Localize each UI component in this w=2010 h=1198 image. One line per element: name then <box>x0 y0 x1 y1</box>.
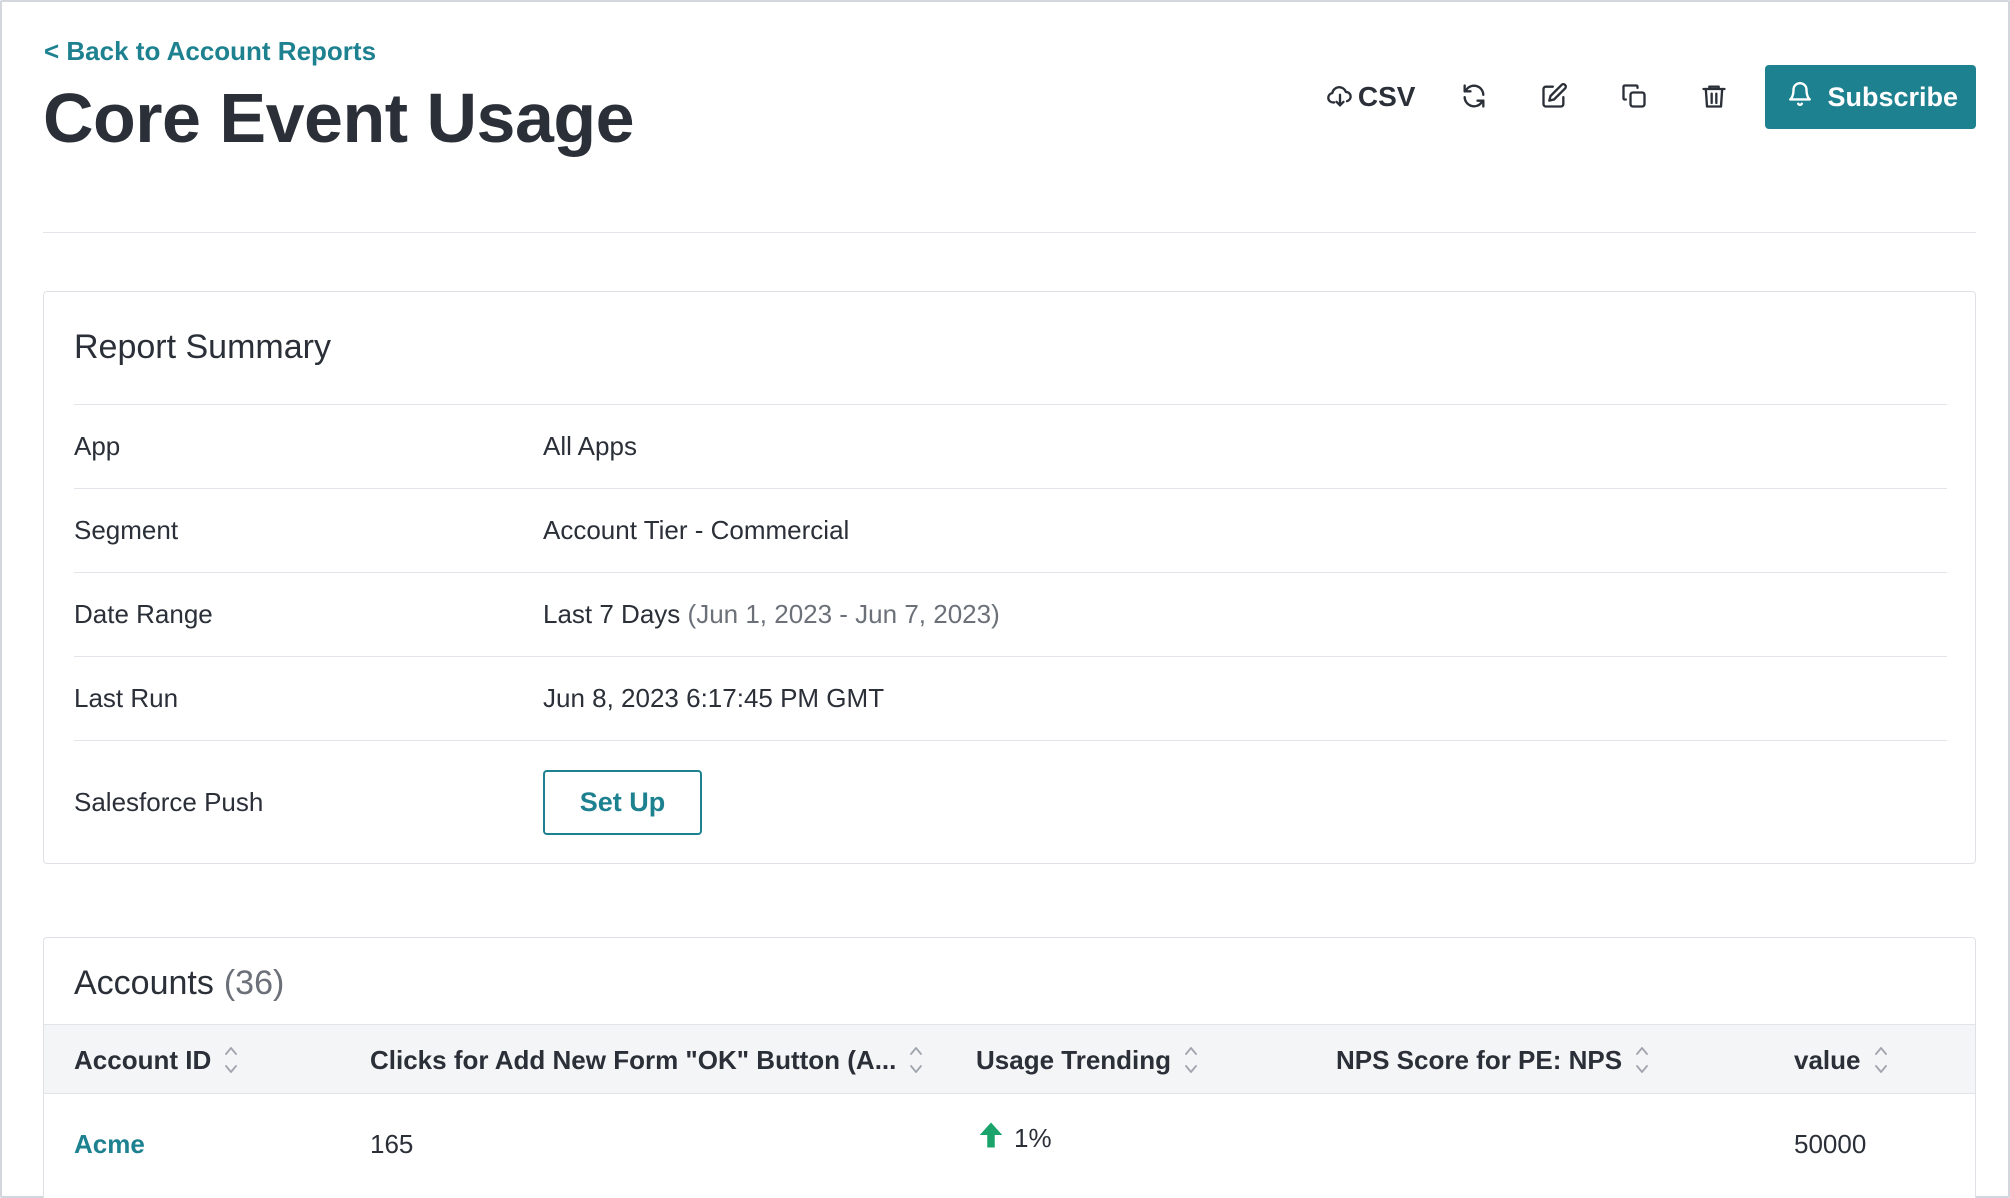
header-divider <box>43 232 1976 233</box>
accounts-count: (36) <box>223 964 285 1002</box>
date-range-value: Last 7 Days <box>543 599 681 629</box>
summary-value: Last 7 Days (Jun 1, 2023 - Jun 7, 2023) <box>543 599 1947 630</box>
bell-icon <box>1787 81 1813 114</box>
delete-button[interactable] <box>1681 64 1747 130</box>
refresh-icon <box>1460 82 1488 113</box>
cloud-download-icon <box>1326 82 1354 113</box>
salesforce-setup-button[interactable]: Set Up <box>543 769 702 835</box>
accounts-card: Accounts (36) Account ID Clicks for Add N… <box>43 937 1976 1198</box>
sort-icon <box>225 1047 238 1073</box>
summary-value: Set Up <box>543 769 1947 835</box>
trash-icon <box>1700 82 1728 113</box>
report-summary-table: App All Apps Segment Account Tier - Comm… <box>74 404 1947 863</box>
subscribe-button[interactable]: Subscribe <box>1765 65 1976 129</box>
summary-value: All Apps <box>543 431 637 461</box>
summary-label: Segment <box>74 515 179 545</box>
report-summary-title: Report Summary <box>74 328 331 366</box>
sort-icon <box>1185 1047 1197 1073</box>
edit-icon <box>1540 82 1568 113</box>
column-label: value <box>1794 1044 1861 1075</box>
cell-account-id: Acme <box>74 1094 145 1194</box>
account-link[interactable]: Acme <box>74 1129 145 1160</box>
cell-usage-trending: 1% <box>976 1088 1052 1188</box>
date-range-detail: (Jun 1, 2023 - Jun 7, 2023) <box>687 599 1000 629</box>
column-label: Account ID <box>74 1044 212 1075</box>
cell-clicks: 165 <box>370 1128 414 1159</box>
edit-button[interactable] <box>1521 64 1587 130</box>
accounts-title: Accounts (36) <box>74 964 284 1003</box>
column-header-usage-trending[interactable]: Usage Trending <box>976 1025 1199 1095</box>
download-csv-button[interactable]: CSV <box>1314 64 1428 130</box>
report-toolbar: CSV Subscribe <box>1314 64 1976 130</box>
sort-icon <box>1636 1047 1648 1073</box>
copy-icon <box>1620 82 1648 113</box>
summary-value: Jun 8, 2023 6:17:45 PM GMT <box>543 683 885 713</box>
summary-label: App <box>74 431 121 461</box>
column-header-clicks[interactable]: Clicks for Add New Form "OK" Button (A..… <box>370 1025 924 1095</box>
report-summary-card: Report Summary App All Apps Segment Acco… <box>43 291 1976 864</box>
duplicate-button[interactable] <box>1601 64 1667 130</box>
table-row: Acme 165 1% 50000 <box>44 1094 1975 1194</box>
accounts-title-label: Accounts <box>74 964 214 1002</box>
cell-value: 50000 <box>1794 1128 1867 1159</box>
sort-icon <box>910 1047 923 1073</box>
refresh-button[interactable] <box>1441 64 1507 130</box>
column-label: NPS Score for PE: NPS <box>1336 1044 1623 1075</box>
arrow-up-icon <box>976 1120 1006 1157</box>
accounts-table-header: Account ID Clicks for Add New Form "OK" … <box>44 1024 1975 1094</box>
summary-label: Date Range <box>74 599 213 629</box>
trend-value: 1% <box>1014 1122 1052 1153</box>
page-title: Core Event Usage <box>43 79 635 157</box>
summary-value: Account Tier - Commercial <box>543 515 850 545</box>
summary-row-last-run: Last Run Jun 8, 2023 6:17:45 PM GMT <box>74 656 1947 740</box>
subscribe-label: Subscribe <box>1827 81 1958 112</box>
column-label: Usage Trending <box>976 1044 1172 1075</box>
summary-row-salesforce-push: Salesforce Push Set Up <box>74 740 1947 863</box>
back-to-account-reports-link[interactable]: < Back to Account Reports <box>44 36 376 67</box>
column-header-nps-score[interactable]: NPS Score for PE: NPS <box>1336 1025 1650 1095</box>
summary-label: Last Run <box>74 683 179 713</box>
summary-row-segment: Segment Account Tier - Commercial <box>74 488 1947 572</box>
sort-icon <box>1874 1047 1887 1073</box>
csv-label: CSV <box>1357 81 1416 112</box>
summary-label: Salesforce Push <box>74 786 264 817</box>
summary-row-date-range: Date Range Last 7 Days (Jun 1, 2023 - Ju… <box>74 572 1947 656</box>
column-header-value[interactable]: value <box>1794 1025 1889 1095</box>
column-header-account-id[interactable]: Account ID <box>74 1025 239 1095</box>
column-label: Clicks for Add New Form "OK" Button (A..… <box>370 1044 897 1075</box>
summary-row-app: App All Apps <box>74 404 1947 488</box>
